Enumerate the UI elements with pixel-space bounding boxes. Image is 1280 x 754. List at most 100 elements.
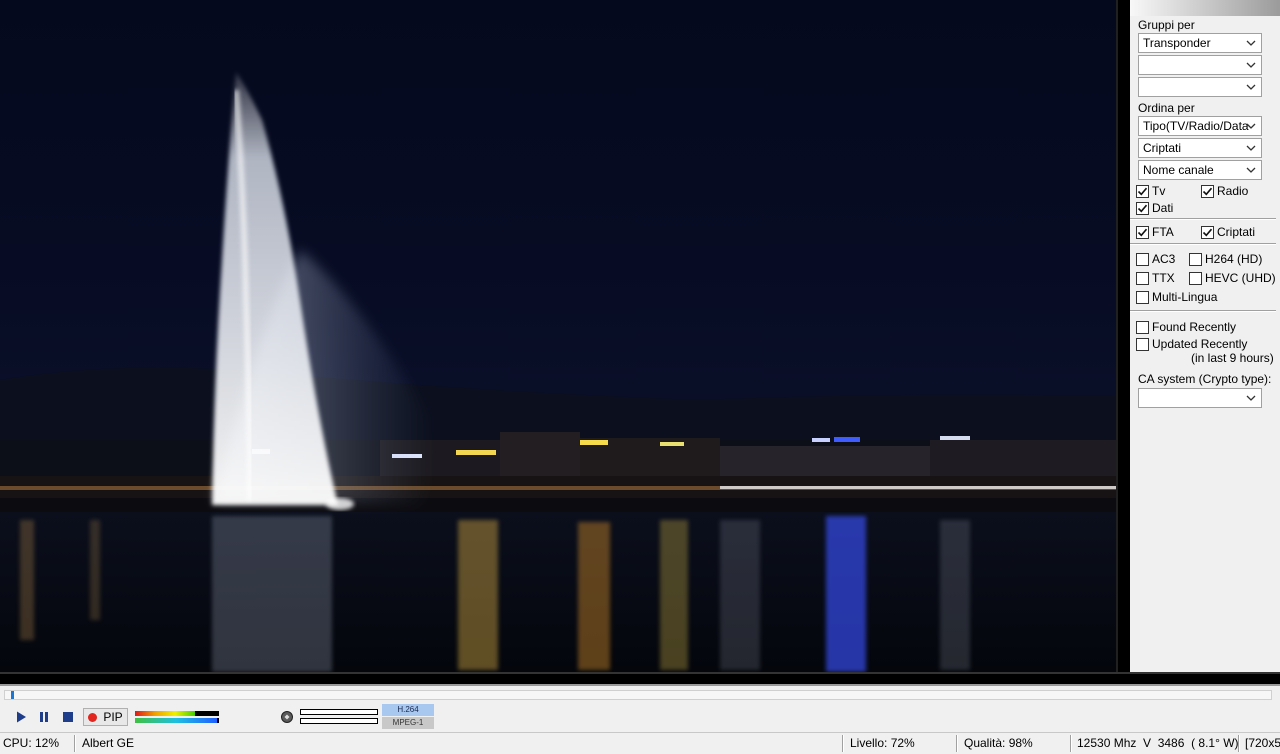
signal-level-meter — [135, 711, 219, 716]
chevron-down-icon — [1246, 167, 1256, 173]
status-separator — [842, 735, 844, 752]
record-dot-icon — [88, 712, 98, 722]
pip-label: PIP — [103, 710, 123, 724]
checkbox-fta[interactable]: FTA — [1136, 224, 1174, 240]
dolby-button[interactable] — [278, 708, 296, 726]
group-by-dropdown-3[interactable] — [1138, 77, 1262, 97]
divider — [0, 684, 1280, 686]
pause-icon — [40, 712, 48, 722]
audio-codec-badge: MPEG-1 — [382, 717, 434, 729]
status-separator — [74, 735, 76, 752]
checkbox-label: Updated Recently — [1152, 337, 1248, 351]
sort-by-dropdown-2[interactable]: Criptati — [1138, 138, 1262, 158]
seek-thumb[interactable] — [10, 691, 14, 699]
stop-icon — [63, 712, 73, 722]
signal-quality-fill — [135, 718, 218, 723]
checkbox-box[interactable] — [1136, 252, 1149, 266]
checkbox-label: FTA — [1152, 225, 1174, 239]
chevron-down-icon — [1246, 62, 1256, 68]
checkbox-label: HEVC (UHD) — [1205, 271, 1276, 285]
video-codec-badge: H.264 — [382, 704, 434, 716]
separator — [1130, 243, 1276, 245]
dropdown-value: Nome canale — [1143, 163, 1214, 177]
video-frame — [0, 72, 1116, 672]
chevron-down-icon — [1246, 40, 1256, 46]
filter-panel: Gruppi per Transponder Ordina per Tipo(T… — [1130, 0, 1280, 672]
checkbox-multi-lingua[interactable]: Multi-Lingua — [1136, 289, 1217, 305]
signal-quality-meter — [135, 718, 219, 723]
buffer-bar-bottom — [300, 718, 378, 724]
sort-by-dropdown-1[interactable]: Tipo(TV/Radio/Data — [1138, 116, 1262, 136]
play-icon — [17, 711, 26, 723]
checkbox-box[interactable] — [1201, 225, 1214, 239]
checkbox-updated-recently[interactable]: Updated Recently — [1136, 336, 1247, 352]
checkbox-criptati[interactable]: Criptati — [1201, 224, 1255, 240]
checkbox-box[interactable] — [1136, 184, 1149, 198]
checkbox-label: Multi-Lingua — [1152, 290, 1218, 304]
checkbox-label: Criptati — [1217, 225, 1256, 239]
signal-quality-text: Qualità: 98% — [964, 736, 1033, 750]
seek-bar[interactable] — [4, 690, 1272, 700]
checkbox-label: Tv — [1152, 184, 1166, 198]
group-by-label: Gruppi per — [1138, 18, 1195, 32]
chevron-down-icon — [1246, 84, 1256, 90]
checkbox-tv[interactable]: Tv — [1136, 183, 1165, 199]
checkmark-icon — [1137, 228, 1148, 236]
updated-recently-note: (in last 9 hours) — [1191, 351, 1274, 365]
status-separator — [1238, 735, 1240, 752]
status-separator — [956, 735, 958, 752]
chevron-down-icon — [1246, 145, 1256, 151]
separator — [1130, 310, 1276, 312]
checkbox-label: Dati — [1152, 201, 1174, 215]
checkbox-ac3[interactable]: AC3 — [1136, 251, 1175, 267]
status-separator — [1070, 735, 1072, 752]
checkbox-found-recently[interactable]: Found Recently — [1136, 319, 1236, 335]
resolution-info: [720x5 — [1245, 736, 1280, 750]
checkbox-box[interactable] — [1136, 290, 1149, 304]
signal-level-text: Livello: 72% — [850, 736, 915, 750]
separator — [1130, 218, 1276, 220]
checkmark-icon — [1137, 204, 1148, 212]
group-by-dropdown-1[interactable]: Transponder — [1138, 33, 1262, 53]
checkbox-box[interactable] — [1201, 184, 1214, 198]
checkbox-box[interactable] — [1189, 252, 1202, 266]
checkbox-label: AC3 — [1152, 252, 1176, 266]
checkbox-label: Found Recently — [1152, 320, 1237, 334]
dropdown-value: Criptati — [1143, 141, 1182, 155]
dropdown-value: Transponder — [1143, 36, 1211, 50]
checkbox-ttx[interactable]: TTX — [1136, 270, 1175, 286]
pip-button[interactable]: PIP — [83, 708, 128, 726]
checkbox-dati[interactable]: Dati — [1136, 200, 1173, 216]
ca-system-label: CA system (Crypto type): — [1138, 372, 1272, 386]
checkbox-hevc[interactable]: HEVC (UHD) — [1189, 270, 1276, 286]
checkbox-box[interactable] — [1136, 320, 1149, 334]
dropdown-value: Tipo(TV/Radio/Data — [1143, 119, 1249, 133]
checkbox-box[interactable] — [1136, 225, 1149, 239]
checkbox-radio[interactable]: Radio — [1201, 183, 1248, 199]
checkbox-box[interactable] — [1136, 337, 1149, 351]
group-by-dropdown-2[interactable] — [1138, 55, 1262, 75]
checkbox-label: H264 (HD) — [1205, 252, 1263, 266]
checkbox-box[interactable] — [1136, 201, 1149, 215]
status-bar: CPU: 12% Albert GE Livello: 72% Qualità:… — [0, 732, 1280, 754]
panel-splitter[interactable] — [1116, 0, 1130, 672]
checkbox-label: TTX — [1152, 271, 1175, 285]
shield-icon — [281, 711, 293, 723]
video-display[interactable] — [0, 0, 1116, 672]
checkmark-icon — [1137, 187, 1148, 195]
panel-header-bar — [1130, 0, 1280, 16]
chevron-down-icon — [1246, 395, 1256, 401]
pause-button[interactable] — [35, 708, 53, 726]
checkmark-icon — [1202, 187, 1213, 195]
ca-system-dropdown[interactable] — [1138, 388, 1262, 408]
checkbox-box[interactable] — [1189, 271, 1202, 285]
frequency-info: 12530 Mhz V 3486 ( 8.1° W) — [1077, 736, 1239, 750]
checkbox-box[interactable] — [1136, 271, 1149, 285]
video-bottom-border — [0, 672, 1280, 684]
stop-button[interactable] — [59, 708, 77, 726]
sort-by-dropdown-3[interactable]: Nome canale — [1138, 160, 1262, 180]
sort-by-label: Ordina per — [1138, 101, 1195, 115]
checkbox-h264[interactable]: H264 (HD) — [1189, 251, 1262, 267]
play-button[interactable] — [12, 708, 30, 726]
signal-level-fill — [135, 711, 196, 716]
